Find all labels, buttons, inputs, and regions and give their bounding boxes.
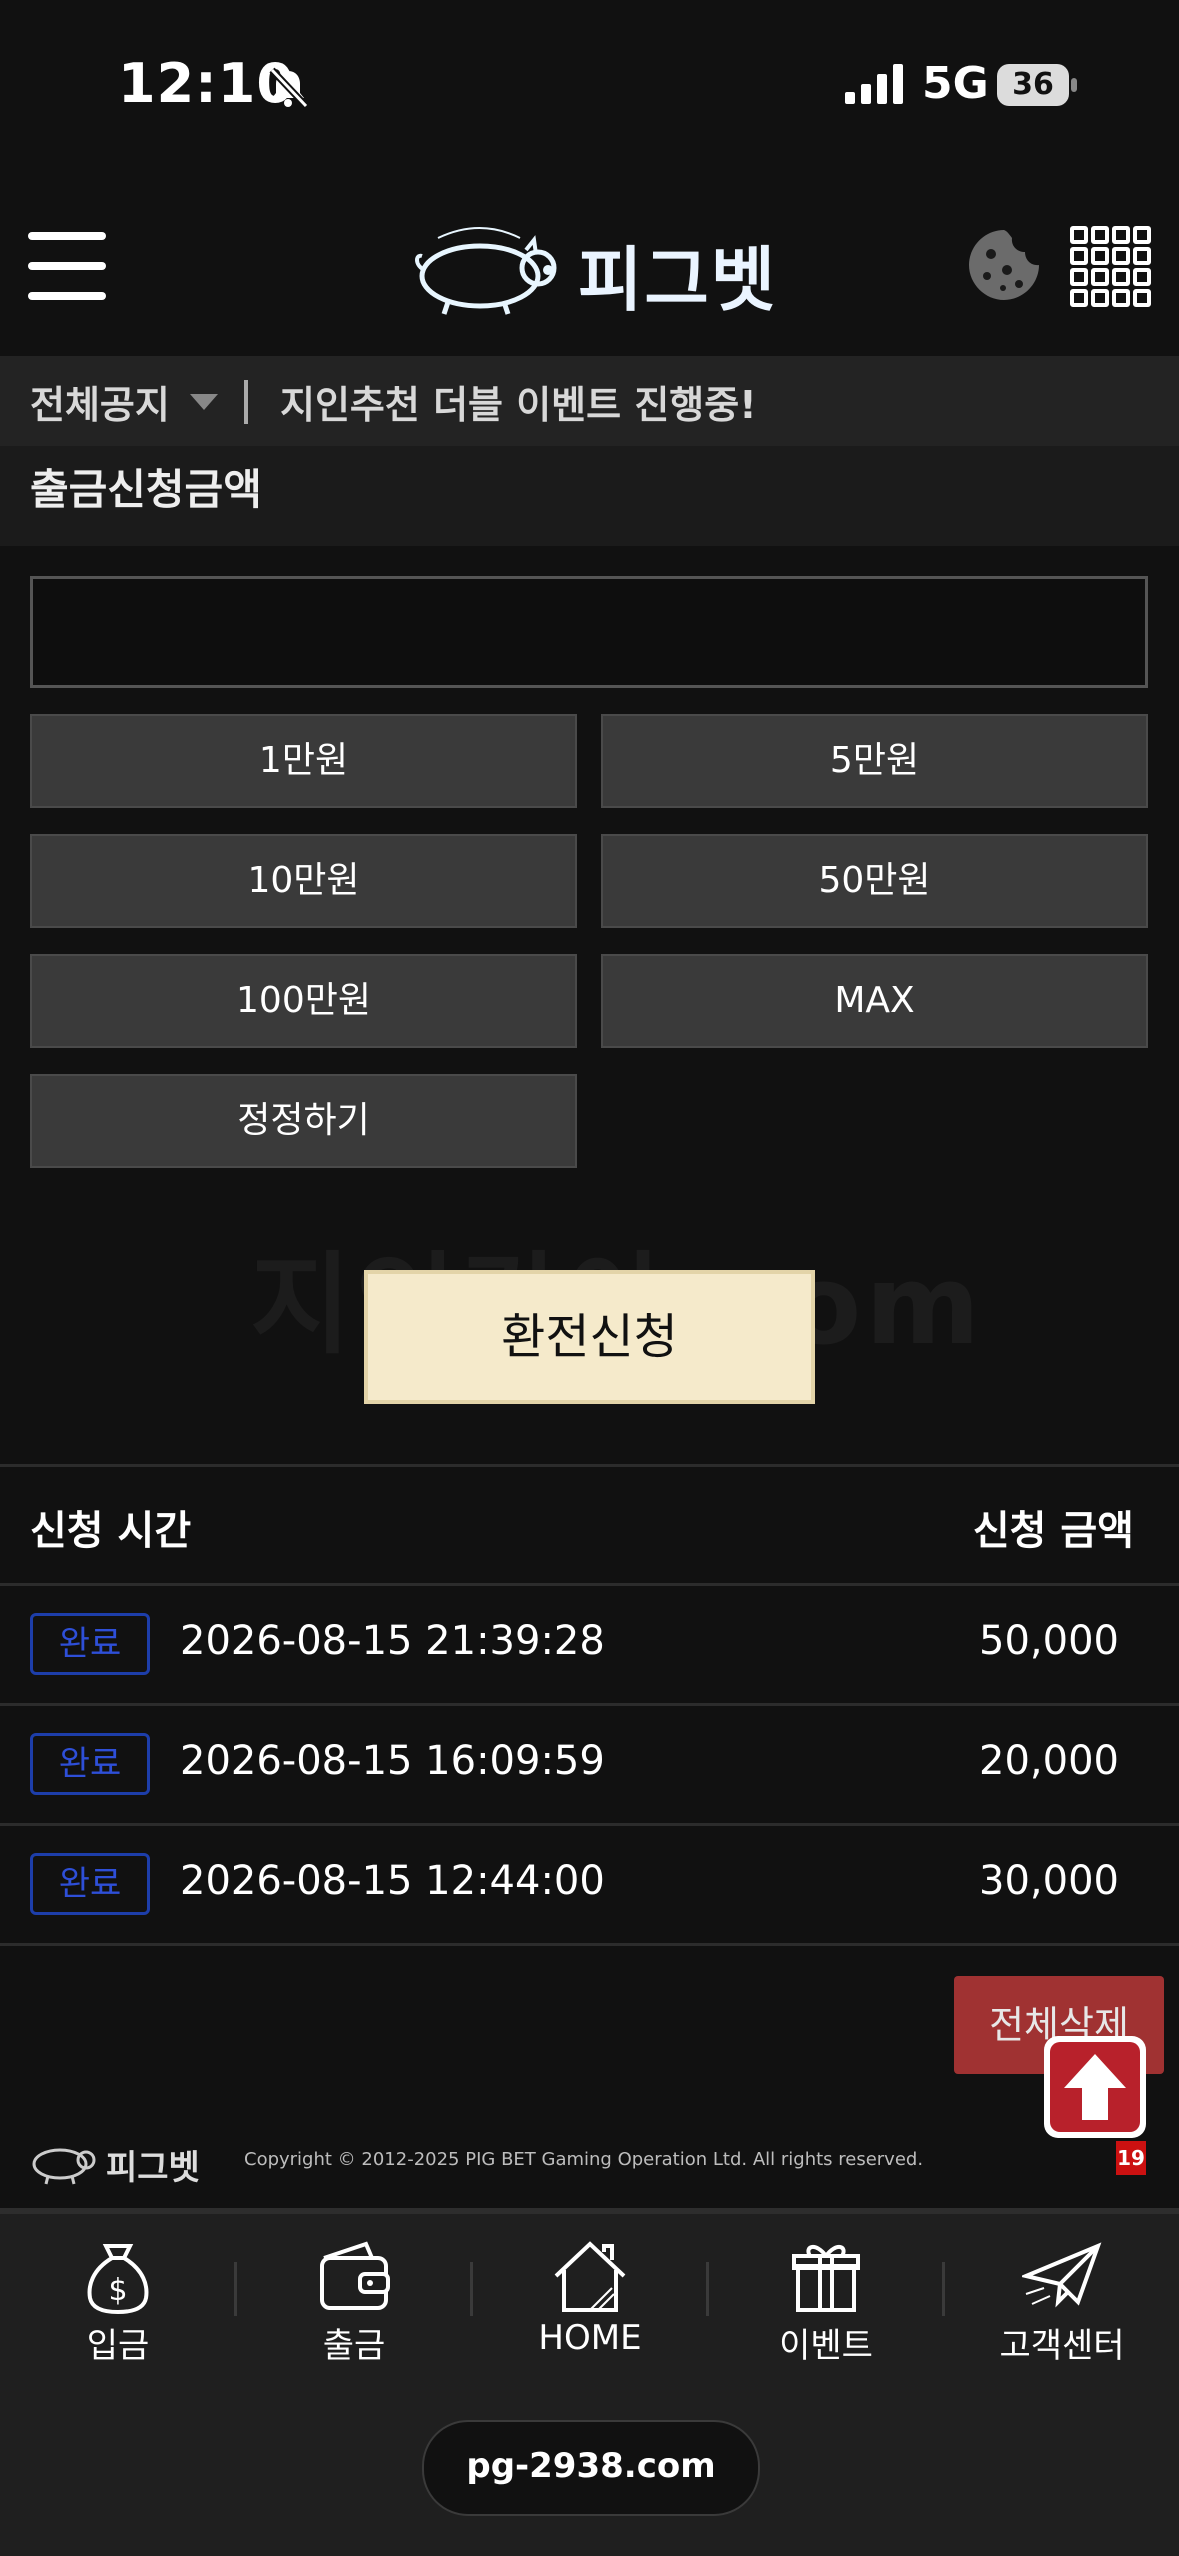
nav-label: 이벤트 xyxy=(779,2326,873,2366)
pig-logo-icon xyxy=(415,227,557,315)
nav-withdraw[interactable]: 출금 xyxy=(236,2236,472,2366)
row-time: 2026-08-15 12:44:00 xyxy=(180,1858,605,1904)
status-badge: 완료 xyxy=(30,1853,150,1915)
nav-home[interactable]: HOME xyxy=(472,2236,708,2366)
signal-icon xyxy=(845,64,903,104)
gift-icon xyxy=(792,2245,860,2312)
footer-logo: 피그벳 xyxy=(28,2136,208,2188)
column-header-time: 신청 시간 xyxy=(30,1508,192,1554)
submit-exchange-button[interactable]: 환전신청 xyxy=(364,1270,815,1404)
amount-button-100k[interactable]: 10만원 xyxy=(30,834,577,928)
section-title: 출금신청금액 xyxy=(30,465,262,514)
paper-plane-icon xyxy=(1022,2242,1102,2308)
nav-deposit[interactable]: $ 입금 xyxy=(0,2236,236,2366)
notice-category-select[interactable]: 전체공지 xyxy=(30,374,170,429)
copyright-text: Copyright © 2012-2025 PIG BET Gaming Ope… xyxy=(244,2149,924,2170)
nav-label: 입금 xyxy=(86,2326,150,2366)
arrow-up-icon xyxy=(1064,2054,1126,2120)
browser-url-bar[interactable]: pg-2938.com xyxy=(422,2420,760,2516)
divider xyxy=(0,1823,1179,1826)
age-restriction-badge: 19 xyxy=(1116,2141,1146,2175)
amount-button-10k[interactable]: 1만원 xyxy=(30,714,577,808)
network-type: 5G xyxy=(922,58,989,109)
divider xyxy=(0,1583,1179,1586)
battery-icon: 36 xyxy=(997,64,1077,106)
amount-button-50k[interactable]: 5만원 xyxy=(601,714,1148,808)
nav-event[interactable]: 이벤트 xyxy=(708,2236,944,2366)
svg-text:$: $ xyxy=(108,2273,127,2308)
pig-logo-icon xyxy=(32,2148,96,2185)
scroll-to-top-button[interactable] xyxy=(1044,2036,1146,2138)
row-amount: 20,000 xyxy=(979,1738,1119,1784)
nav-label: 출금 xyxy=(322,2326,386,2366)
logo-text: 피그벳 xyxy=(578,239,778,321)
row-amount: 50,000 xyxy=(979,1618,1119,1664)
wallet-icon xyxy=(320,2241,390,2310)
status-badge: 완료 xyxy=(30,1733,150,1795)
nav-label: HOME xyxy=(538,2318,642,2358)
hamburger-menu-button[interactable] xyxy=(28,228,106,304)
amount-button-max[interactable]: MAX xyxy=(601,954,1148,1048)
divider xyxy=(0,1703,1179,1706)
amount-button-500k[interactable]: 50만원 xyxy=(601,834,1148,928)
site-logo[interactable]: 피그벳 xyxy=(408,212,778,321)
battery-level: 36 xyxy=(1012,67,1054,102)
bell-muted-icon xyxy=(269,67,309,109)
reset-amount-button[interactable]: 정정하기 xyxy=(30,1074,577,1168)
withdraw-amount-input[interactable] xyxy=(30,576,1148,688)
status-badge: 완료 xyxy=(30,1613,150,1675)
money-bag-icon: $ xyxy=(87,2244,149,2315)
row-amount: 30,000 xyxy=(979,1858,1119,1904)
home-icon xyxy=(554,2241,626,2312)
nav-support[interactable]: 고객센터 xyxy=(944,2236,1179,2366)
column-header-amount: 신청 금액 xyxy=(972,1508,1134,1554)
row-time: 2026-08-15 21:39:28 xyxy=(180,1618,605,1664)
divider xyxy=(244,380,248,424)
footer-logo-text: 피그벳 xyxy=(106,2148,200,2188)
amount-button-1m[interactable]: 100만원 xyxy=(30,954,577,1048)
nav-label: 고객센터 xyxy=(999,2326,1125,2366)
chevron-down-icon[interactable] xyxy=(190,394,218,410)
cookie-icon[interactable] xyxy=(965,226,1043,304)
grid-menu-icon[interactable] xyxy=(1070,226,1151,307)
row-time: 2026-08-15 16:09:59 xyxy=(180,1738,605,1784)
notice-ticker-text[interactable]: 지인추천 더블 이벤트 진행중! xyxy=(280,374,757,429)
